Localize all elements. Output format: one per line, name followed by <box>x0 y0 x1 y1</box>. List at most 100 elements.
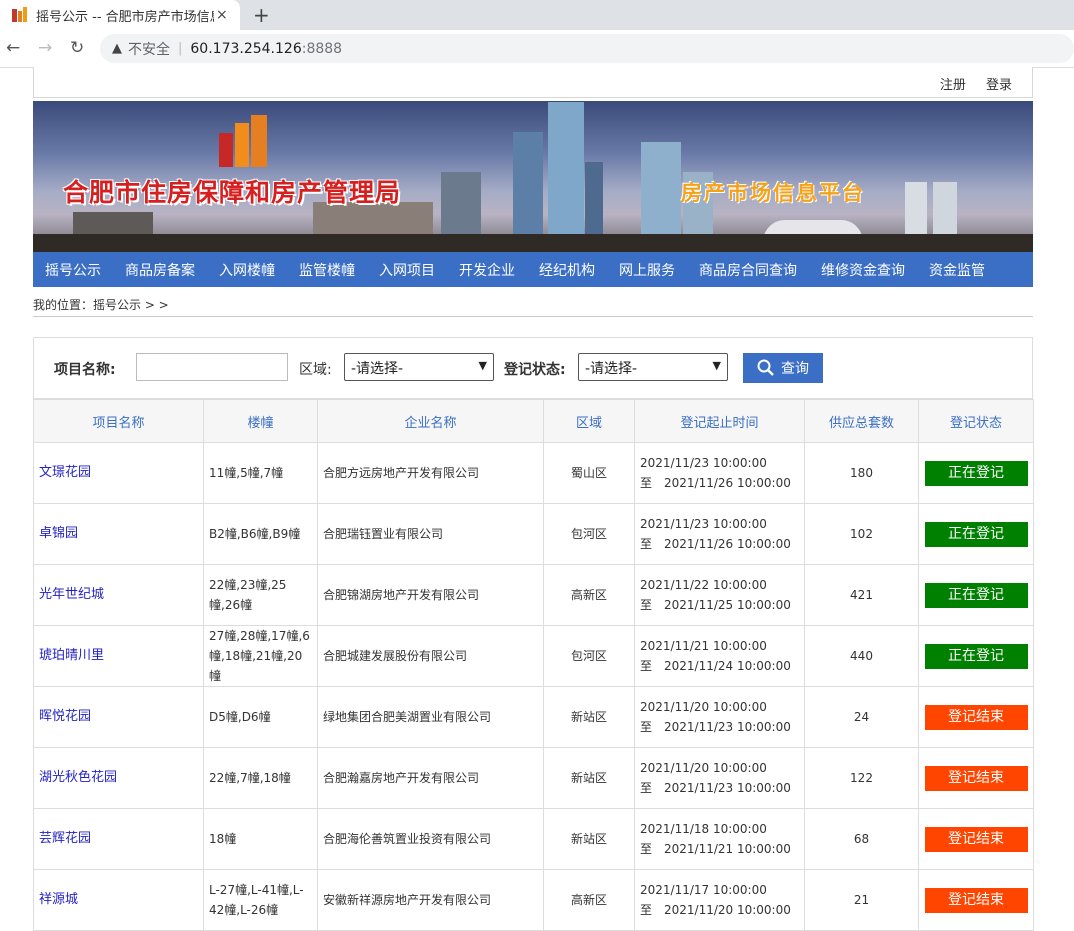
login-link[interactable]: 登录 <box>986 78 1012 93</box>
project-name-label: 项目名称: <box>54 362 116 378</box>
nav-item-supervised[interactable]: 监管楼幢 <box>299 260 355 280</box>
nav-item-developers[interactable]: 开发企业 <box>459 260 515 280</box>
project-name-link[interactable]: 文璟花园 <box>33 442 204 504</box>
project-name-input[interactable] <box>136 353 288 381</box>
buildings-cell: 11幢,5幢,7幢 <box>203 442 318 504</box>
bureau-logo-icon <box>219 115 271 167</box>
status-cell: 正在登记 <box>918 625 1034 687</box>
period-start: 2021/11/23 10:00:00 <box>640 517 767 531</box>
header-project-name: 项目名称 <box>33 399 204 443</box>
district-cell: 高新区 <box>543 564 635 626</box>
total-cell: 122 <box>804 747 919 809</box>
nav-item-lottery[interactable]: 摇号公示 <box>45 260 101 280</box>
period-cell: 2021/11/20 10:00:00 至 2021/11/23 10:00:00 <box>634 747 805 809</box>
forward-arrow-icon[interactable]: → <box>38 38 52 58</box>
status-badge[interactable]: 正在登记 <box>924 460 1028 486</box>
buildings-cell: 18幢 <box>203 808 318 870</box>
nav-item-filing[interactable]: 商品房备案 <box>125 260 195 280</box>
buildings-cell: 22幢,23幢,25幢,26幢 <box>203 564 318 626</box>
period-start: 2021/11/23 10:00:00 <box>640 456 767 470</box>
period-start: 2021/11/20 10:00:00 <box>640 700 767 714</box>
total-cell: 421 <box>804 564 919 626</box>
company-cell: 合肥瑞钰置业有限公司 <box>317 503 544 565</box>
lottery-table: 项目名称 楼幢 企业名称 区域 登记起止时间 供应总套数 登记状态 文璟花园 11… <box>33 399 1034 931</box>
period-start: 2021/11/20 10:00:00 <box>640 761 767 775</box>
table-row: 祥源城 L-27幢,L-41幢,L-42幢,L-26幢 安徽新祥源房地产开发有限公司… <box>33 869 1034 931</box>
project-name-link[interactable]: 祥源城 <box>33 869 204 931</box>
status-select[interactable]: -请选择- ▼ <box>578 353 728 381</box>
buildings-cell: 22幢,7幢,18幢 <box>203 747 318 809</box>
register-link[interactable]: 注册 <box>940 78 966 93</box>
browser-tab[interactable]: 摇号公示 -- 合肥市房产市场信息 × <box>0 0 240 30</box>
nav-item-projects[interactable]: 入网项目 <box>379 260 435 280</box>
header-company: 企业名称 <box>317 399 544 443</box>
site-favicon-icon <box>12 7 28 23</box>
status-badge[interactable]: 正在登记 <box>924 521 1028 547</box>
nav-item-buildings[interactable]: 入网楼幢 <box>219 260 275 280</box>
total-cell: 24 <box>804 686 919 748</box>
district-label: 区域: <box>299 362 332 378</box>
project-name-link[interactable]: 晖悦花园 <box>33 686 204 748</box>
buildings-cell: L-27幢,L-41幢,L-42幢,L-26幢 <box>203 869 318 931</box>
browser-tabbar: 摇号公示 -- 合肥市房产市场信息 × + <box>0 0 1074 30</box>
period-end: 至 2021/11/25 10:00:00 <box>640 598 791 612</box>
header-total: 供应总套数 <box>804 399 919 443</box>
company-cell: 合肥瀚嘉房地产开发有限公司 <box>317 747 544 809</box>
period-cell: 2021/11/23 10:00:00 至 2021/11/26 10:00:00 <box>634 442 805 504</box>
district-cell: 新站区 <box>543 747 635 809</box>
status-badge[interactable]: 登记结束 <box>924 765 1028 791</box>
status-badge[interactable]: 登记结束 <box>924 826 1028 852</box>
period-end: 至 2021/11/26 10:00:00 <box>640 476 791 490</box>
period-end: 至 2021/11/23 10:00:00 <box>640 781 791 795</box>
total-cell: 68 <box>804 808 919 870</box>
district-cell: 包河区 <box>543 503 635 565</box>
company-cell: 合肥方远房地产开发有限公司 <box>317 442 544 504</box>
period-end: 至 2021/11/21 10:00:00 <box>640 842 791 856</box>
table-row: 湖光秋色花园 22幢,7幢,18幢 合肥瀚嘉房地产开发有限公司 新站区 2021/11/… <box>33 747 1034 809</box>
district-select[interactable]: -请选择- ▼ <box>344 353 494 381</box>
district-cell: 新站区 <box>543 808 635 870</box>
status-badge[interactable]: 正在登记 <box>924 582 1028 608</box>
project-name-link[interactable]: 芸辉花园 <box>33 808 204 870</box>
company-cell: 合肥海伦善筑置业投资有限公司 <box>317 808 544 870</box>
nav-item-fund-supervision[interactable]: 资金监管 <box>929 260 985 280</box>
status-cell: 正在登记 <box>918 503 1034 565</box>
url-field[interactable]: ▲ 不安全 | 60.173.254.126:8888 <box>100 34 1074 63</box>
company-cell: 合肥城建发展股份有限公司 <box>317 625 544 687</box>
status-badge[interactable]: 登记结束 <box>924 887 1028 913</box>
query-button[interactable]: 查询 <box>743 353 823 383</box>
project-name-link[interactable]: 光年世纪城 <box>33 564 204 626</box>
chevron-down-icon: ▼ <box>712 359 721 372</box>
nav-item-online[interactable]: 网上服务 <box>619 260 675 280</box>
back-arrow-icon[interactable]: ← <box>6 38 20 58</box>
search-filter: 项目名称: 区域: -请选择- ▼ 登记状态: -请选择- ▼ 查询 <box>33 337 1033 399</box>
status-badge[interactable]: 正在登记 <box>924 643 1028 669</box>
nav-item-agencies[interactable]: 经纪机构 <box>539 260 595 280</box>
header-period: 登记起止时间 <box>634 399 805 443</box>
tab-title: 摇号公示 -- 合肥市房产市场信息 <box>36 9 214 25</box>
company-cell: 合肥锦湖房地产开发有限公司 <box>317 564 544 626</box>
district-cell: 新站区 <box>543 686 635 748</box>
district-cell: 蜀山区 <box>543 442 635 504</box>
period-cell: 2021/11/20 10:00:00 至 2021/11/23 10:00:00 <box>634 686 805 748</box>
warning-icon: ▲ <box>112 41 122 56</box>
period-start: 2021/11/22 10:00:00 <box>640 578 767 592</box>
table-row: 卓锦园 B2幢,B6幢,B9幢 合肥瑞钰置业有限公司 包河区 2021/11/23 10… <box>33 503 1034 565</box>
period-cell: 2021/11/23 10:00:00 至 2021/11/26 10:00:00 <box>634 503 805 565</box>
project-name-link[interactable]: 湖光秋色花园 <box>33 747 204 809</box>
status-badge[interactable]: 登记结束 <box>924 704 1028 730</box>
chevron-down-icon: ▼ <box>478 359 487 372</box>
period-start: 2021/11/18 10:00:00 <box>640 822 767 836</box>
period-cell: 2021/11/18 10:00:00 至 2021/11/21 10:00:00 <box>634 808 805 870</box>
page-container: 注册 登录 合肥市住房保障和房产管理局 房产市场信息平台 摇号公示 商品房备案 … <box>33 67 1034 931</box>
project-name-link[interactable]: 琥珀晴川里 <box>33 625 204 687</box>
reload-icon[interactable]: ↻ <box>70 38 84 58</box>
new-tab-button[interactable]: + <box>253 3 270 27</box>
district-cell: 高新区 <box>543 869 635 931</box>
buildings-cell: 27幢,28幢,17幢,6幢,18幢,21幢,20幢 <box>203 625 318 687</box>
tab-close-icon[interactable]: × <box>216 7 228 23</box>
header-status: 登记状态 <box>918 399 1034 443</box>
project-name-link[interactable]: 卓锦园 <box>33 503 204 565</box>
nav-item-contract-query[interactable]: 商品房合同查询 <box>699 260 797 280</box>
nav-item-maintenance-query[interactable]: 维修资金查询 <box>821 260 905 280</box>
